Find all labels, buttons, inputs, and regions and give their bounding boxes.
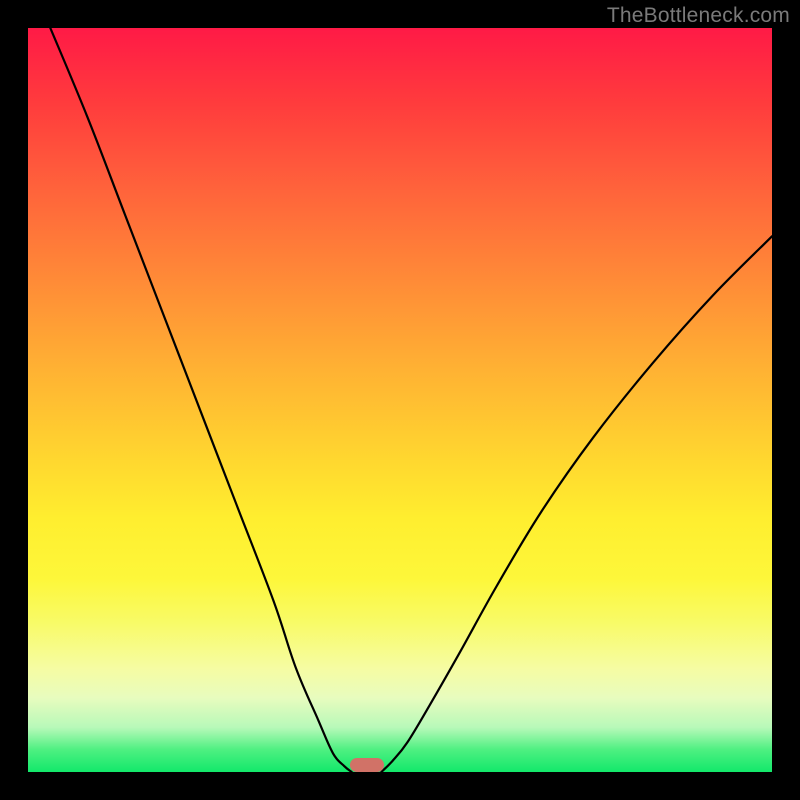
chart-frame: TheBottleneck.com bbox=[0, 0, 800, 800]
right-curve bbox=[381, 236, 772, 772]
plot-area bbox=[28, 28, 772, 772]
bottleneck-marker bbox=[350, 758, 384, 772]
curve-layer bbox=[28, 28, 772, 772]
watermark-text: TheBottleneck.com bbox=[607, 4, 790, 28]
left-curve bbox=[50, 28, 351, 772]
